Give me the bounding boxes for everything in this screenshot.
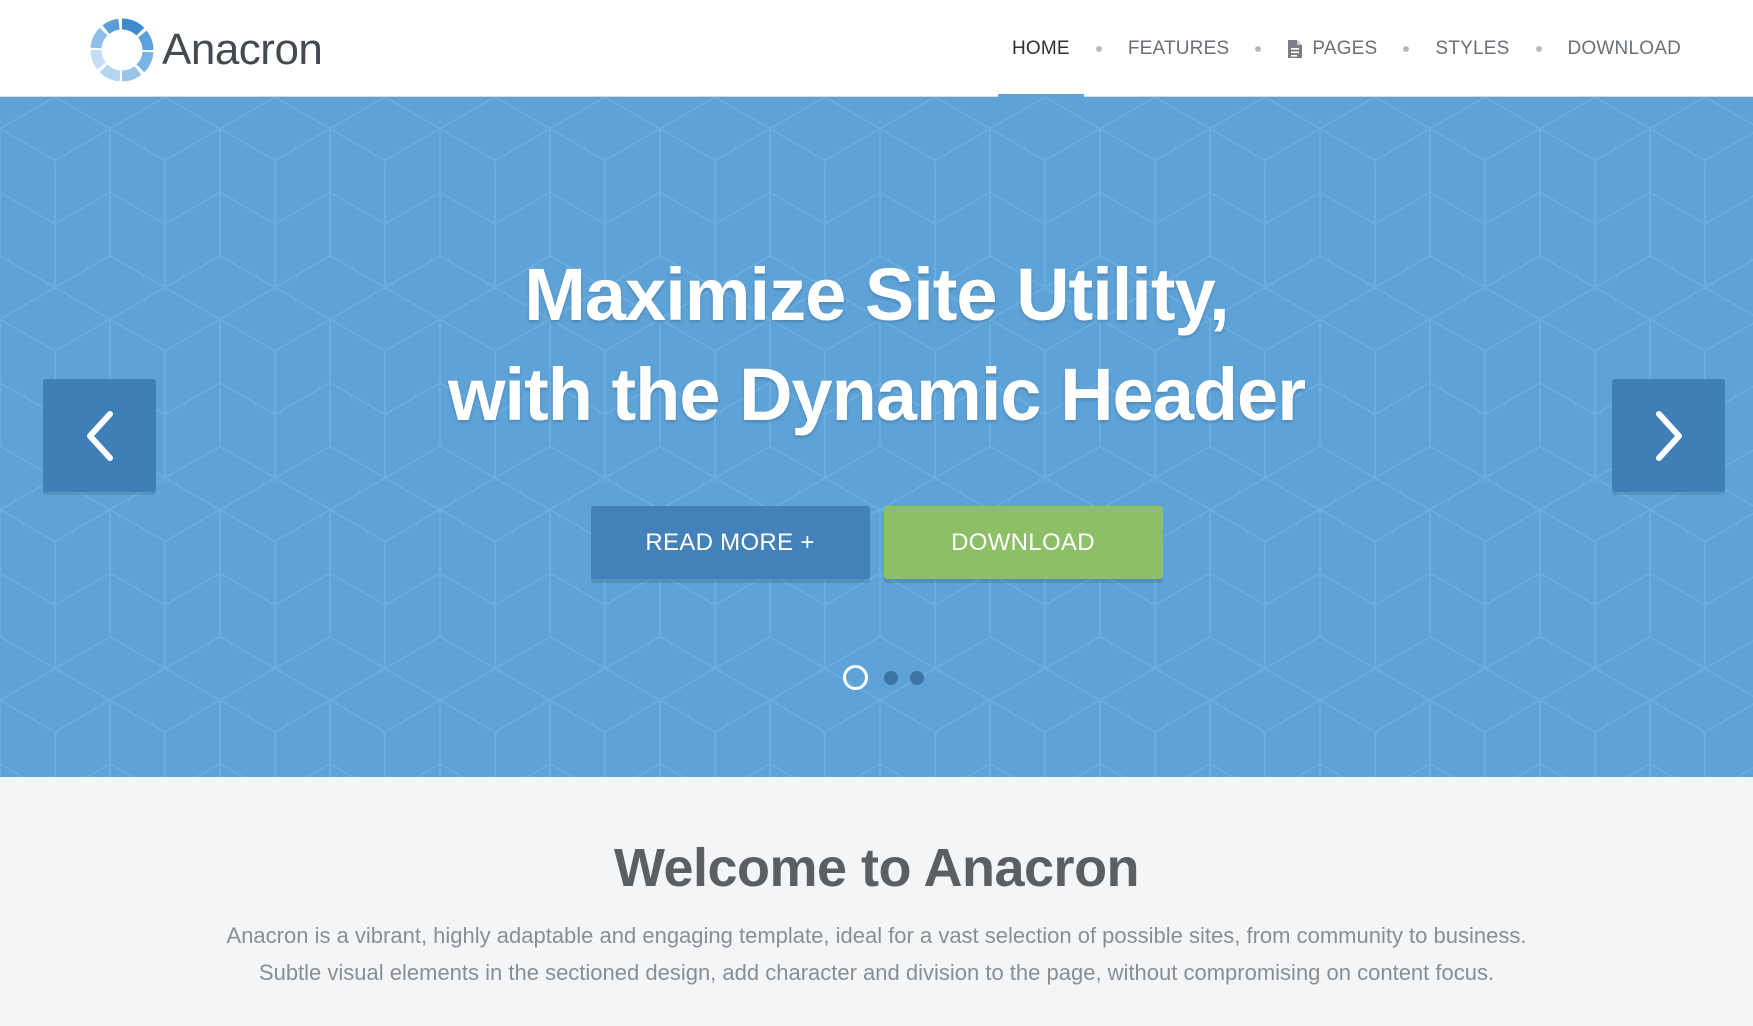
welcome-line-1: Anacron is a vibrant, highly adaptable a… bbox=[226, 923, 1527, 948]
site-header: Anacron HOME FEATURES PAGES STYLES DOWNL… bbox=[0, 0, 1753, 98]
nav-item-pages[interactable]: PAGES bbox=[1273, 0, 1391, 97]
slide-dot-3[interactable] bbox=[910, 670, 924, 685]
read-more-button[interactable]: READ MORE + bbox=[590, 506, 870, 579]
welcome-line-2: Subtle visual elements in the sectioned … bbox=[258, 960, 1495, 985]
brand-name: Anacron bbox=[162, 25, 323, 74]
nav-separator bbox=[1095, 45, 1102, 52]
download-button[interactable]: DOWNLOAD bbox=[883, 506, 1163, 579]
nav-label: FEATURES bbox=[1127, 37, 1230, 59]
slide-indicators bbox=[0, 665, 1753, 690]
hero-buttons: READ MORE + DOWNLOAD bbox=[0, 506, 1753, 579]
chevron-right-icon bbox=[1655, 410, 1682, 461]
welcome-section: Welcome to Anacron Anacron is a vibrant,… bbox=[0, 777, 1753, 1026]
nav-separator bbox=[1255, 45, 1262, 52]
logo-ring-icon bbox=[90, 18, 154, 82]
nav-separator bbox=[1403, 45, 1410, 52]
nav-separator bbox=[1535, 45, 1542, 52]
hero-title-line1: Maximize Site Utility, bbox=[524, 253, 1230, 336]
nav-item-home[interactable]: HOME bbox=[998, 0, 1084, 98]
nav-label: DOWNLOAD bbox=[1567, 37, 1681, 59]
welcome-title: Welcome to Anacron bbox=[613, 838, 1140, 898]
nav-item-styles[interactable]: STYLES bbox=[1421, 0, 1523, 97]
hero-title: Maximize Site Utility, with the Dynamic … bbox=[0, 245, 1753, 445]
hero-slider: Maximize Site Utility, with the Dynamic … bbox=[0, 97, 1753, 777]
main-nav: HOME FEATURES PAGES STYLES DOWNLOAD bbox=[998, 0, 1696, 98]
slide-dot-2[interactable] bbox=[884, 670, 898, 685]
hero-title-line2: with the Dynamic Header bbox=[447, 353, 1306, 436]
next-slide-button[interactable] bbox=[1612, 379, 1725, 492]
nav-item-download[interactable]: DOWNLOAD bbox=[1554, 0, 1696, 97]
welcome-description: Anacron is a vibrant, highly adaptable a… bbox=[0, 917, 1753, 991]
nav-label: STYLES bbox=[1435, 37, 1510, 59]
nav-label: PAGES bbox=[1312, 37, 1378, 59]
nav-item-features[interactable]: FEATURES bbox=[1114, 0, 1244, 97]
document-icon bbox=[1288, 39, 1303, 58]
logo[interactable]: Anacron bbox=[90, 18, 323, 82]
slide-dot-1[interactable] bbox=[843, 665, 868, 690]
nav-label: HOME bbox=[1012, 37, 1070, 59]
